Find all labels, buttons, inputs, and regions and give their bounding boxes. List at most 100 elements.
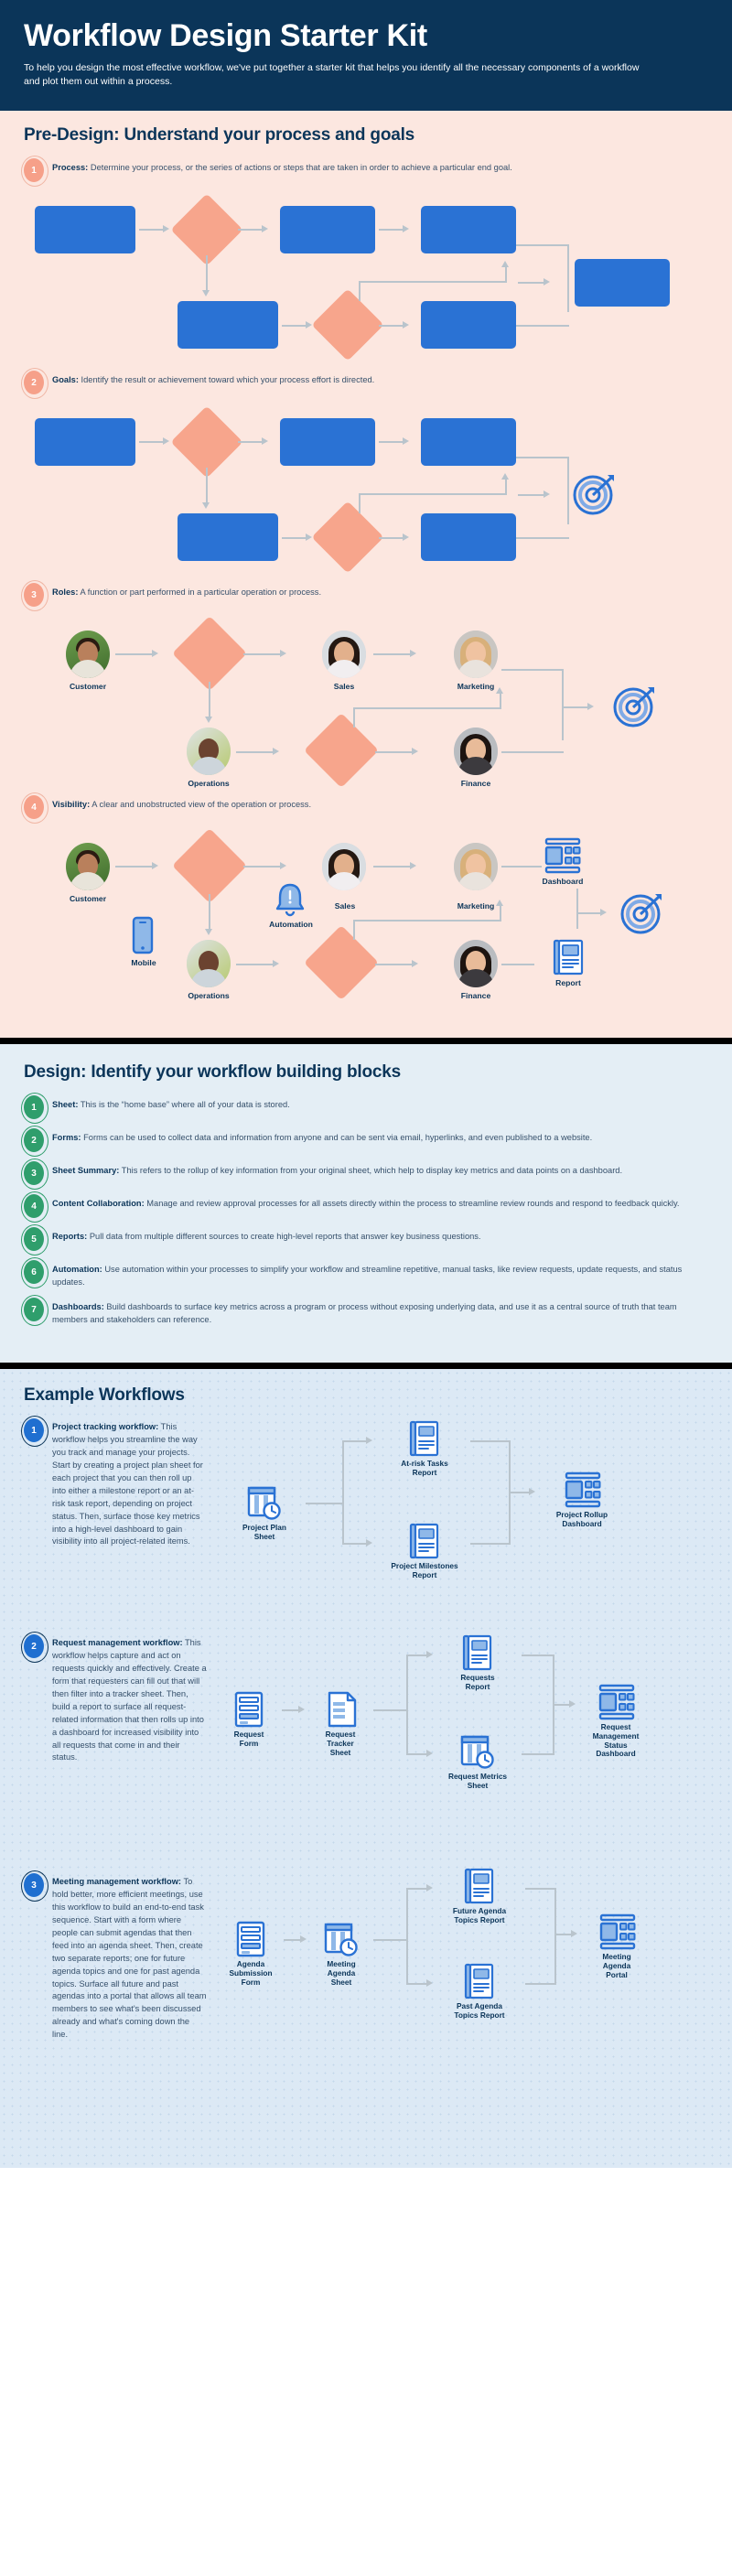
node-agenda-submission-form: Agenda Submission Form <box>216 1921 285 1987</box>
pre-design-item-2-text: Goals: Identify the result or achievemen… <box>52 371 374 386</box>
design-item-sheet-summary: 3 Sheet Summary: This refers to the roll… <box>21 1159 708 1191</box>
flow-arrow <box>501 261 509 268</box>
node-request-tracker-sheet: Request Tracker Sheet <box>307 1691 373 1757</box>
design-item-6-term: Automation: <box>52 1265 102 1275</box>
report-icon <box>461 1963 498 1999</box>
example-workflow-1: 1 Project tracking workflow: This workfl… <box>21 1416 708 1629</box>
flow-arrow <box>426 1884 433 1892</box>
section-pre-design: Pre-Design: Understand your process and … <box>0 111 732 1039</box>
flow-arrow <box>300 1935 307 1943</box>
flow-arrow <box>163 437 169 446</box>
flow-line <box>359 281 361 302</box>
step-badge-3: 3 <box>21 580 48 612</box>
flow-box-5 <box>421 301 516 350</box>
flow-arrow <box>273 960 279 968</box>
example-1-left: 1 Project tracking workflow: This workfl… <box>21 1416 207 1629</box>
example-badge-3: 3 <box>21 1870 48 1902</box>
pre-design-item-roles: 3 Roles: A function or part performed in… <box>21 580 708 612</box>
flow-line <box>206 255 208 291</box>
role-label-dashboard: Dashboard <box>542 877 584 887</box>
role-label-customer: Customer <box>69 894 107 904</box>
node-project-milestones-report: Project Milestones Report <box>379 1523 470 1580</box>
flow-box-2 <box>280 206 375 254</box>
dashboard-icon <box>564 1471 601 1508</box>
flow-box-3 <box>421 418 516 467</box>
node-project-plan-sheet: Project Plan Sheet <box>225 1484 304 1542</box>
pre-design-item-1-desc: Determine your process, or the series of… <box>88 163 512 173</box>
node-label: Requests Report <box>460 1673 495 1691</box>
sheet-clock-icon <box>246 1484 283 1521</box>
flow-arrow <box>410 650 416 658</box>
role-label-mobile: Mobile <box>131 958 156 968</box>
flow-line <box>282 325 306 328</box>
flow-arrow <box>587 703 594 711</box>
design-item-forms: 2 Forms: Forms can be used to collect da… <box>21 1126 708 1158</box>
section-divider <box>0 1038 732 1045</box>
avatar-customer <box>66 631 110 679</box>
flow-arrow <box>152 650 158 658</box>
flow-line <box>379 325 403 328</box>
page-subtitle: To help you design the most effective wo… <box>24 61 640 87</box>
examples-heading: Example Workflows <box>24 1385 185 1405</box>
example-3-text: Meeting management workflow: To hold bet… <box>52 1873 207 2042</box>
example-badge-1: 1 <box>21 1416 48 1447</box>
design-item-4-desc: Manage and review approval processes for… <box>144 1199 680 1209</box>
pre-design-item-visibility: 4 Visibility: A clear and unobstructed v… <box>21 792 708 825</box>
role-label-operations: Operations <box>188 991 230 1001</box>
flow-line <box>522 1654 554 1656</box>
flow-line <box>500 905 501 922</box>
role-label-operations: Operations <box>188 779 230 789</box>
role-label-sales: Sales <box>333 682 355 692</box>
design-badge-5: 5 <box>21 1224 48 1256</box>
avatar-customer <box>66 843 110 891</box>
example-2-desc: This workflow helps capture and act on r… <box>52 1638 207 1762</box>
flow-arrow <box>280 650 286 658</box>
flow-line <box>238 229 262 232</box>
node-request-metrics-sheet: Request Metrics Sheet <box>434 1733 522 1791</box>
flow-line <box>375 751 412 754</box>
flow-line <box>525 1888 556 1890</box>
flow-line <box>375 964 412 966</box>
node-label: Request Management Status Dashboard <box>592 1722 640 1759</box>
design-item-7-term: Dashboards: <box>52 1302 104 1312</box>
flow-line <box>282 1709 298 1711</box>
flow-line <box>501 669 564 672</box>
flow-line <box>576 889 578 930</box>
flow-line <box>115 866 152 868</box>
design-item-reports: 5 Reports: Pull data from multiple diffe… <box>21 1224 708 1256</box>
flow-arrow <box>298 1706 305 1713</box>
flow-line <box>282 537 306 540</box>
flow-diamond-2 <box>303 925 380 1001</box>
node-label: Project Milestones Report <box>391 1561 458 1579</box>
design-badge-7: 7 <box>21 1295 48 1327</box>
flow-line <box>516 537 569 540</box>
flow-line <box>406 1983 426 1985</box>
step-badge-2: 2 <box>21 368 48 400</box>
flow-line <box>353 707 355 728</box>
dashboard-icon <box>544 837 582 874</box>
pre-design-item-3-term: Roles: <box>52 587 79 598</box>
node-meeting-agenda-portal: Meeting Agenda Portal <box>580 1913 653 1979</box>
flow-line <box>284 1939 300 1941</box>
node-meeting-agenda-sheet: Meeting Agenda Sheet <box>309 1921 373 1987</box>
flow-arrow <box>544 490 550 499</box>
flow-arrow <box>544 278 550 286</box>
dashboard-icon <box>598 1913 636 1950</box>
example-2-text: Request management workflow: This workfl… <box>52 1634 207 1764</box>
example-1-term: Project tracking workflow: <box>52 1422 159 1431</box>
flow-arrow <box>410 862 416 870</box>
node-label: Agenda Submission Form <box>229 1959 273 1987</box>
flow-line <box>509 1492 529 1493</box>
flow-arrow <box>306 321 312 329</box>
avatar-finance <box>454 940 498 988</box>
flow-line <box>359 493 361 514</box>
example-1-diagram: Project Plan Sheet At-risk Tasks Report … <box>216 1418 708 1629</box>
example-workflow-3: 3 Meeting management workflow: To hold b… <box>21 1868 708 2139</box>
example-3-term: Meeting management workflow: <box>52 1877 182 1886</box>
flow-arrow <box>366 1437 372 1444</box>
design-item-1-text: Sheet: This is the “home base” where all… <box>52 1095 290 1111</box>
role-label-sales: Sales <box>334 901 356 911</box>
flow-line <box>554 1888 556 1983</box>
flow-line <box>525 1983 556 1985</box>
design-item-2-text: Forms: Forms can be used to collect data… <box>52 1128 592 1144</box>
